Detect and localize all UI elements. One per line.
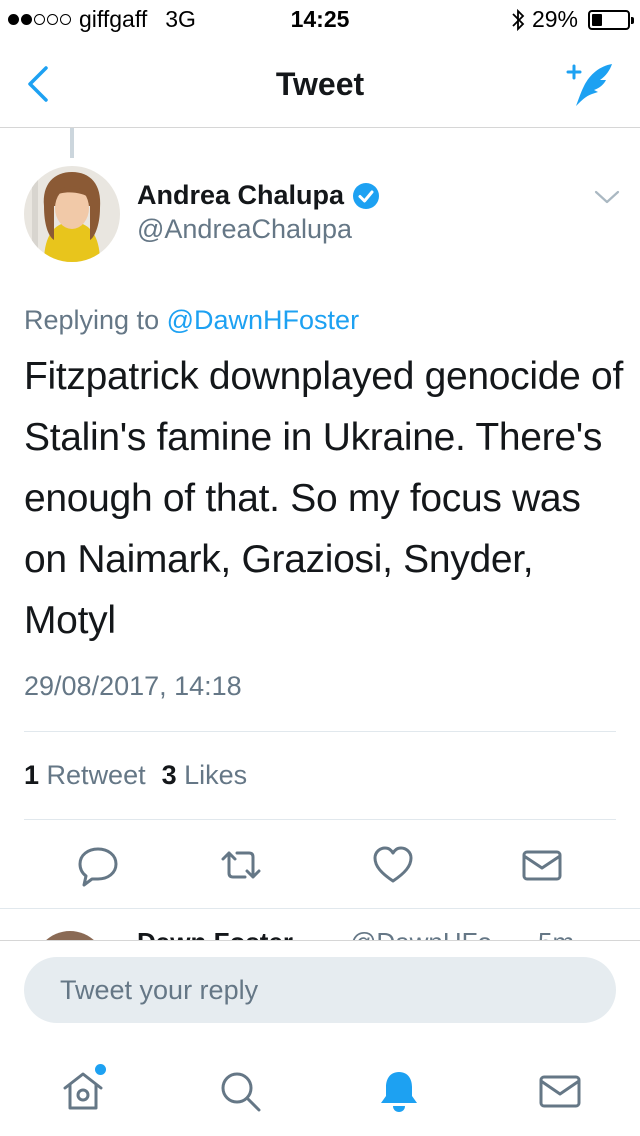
direct-message-button[interactable] [517, 840, 567, 890]
compose-tweet-icon[interactable] [562, 60, 618, 110]
author-name-text: Andrea Chalupa [137, 180, 345, 210]
replying-mention-link[interactable]: @DawnHFoster [167, 305, 359, 335]
bell-icon [381, 1072, 417, 1112]
chevron-down-icon[interactable] [594, 188, 620, 206]
reply-input[interactable] [24, 957, 616, 1023]
tab-messages[interactable] [535, 1066, 585, 1116]
battery-percent: 29% [531, 6, 578, 32]
tweet-text: Fitzpatrick downplayed genocide of Stali… [24, 355, 623, 642]
tab-bar [0, 1036, 640, 1136]
replying-to: Replying to @DawnHFoster [24, 305, 359, 336]
reply-bar [0, 940, 640, 1036]
like-button[interactable] [368, 840, 418, 890]
author-name[interactable]: Andrea Chalupa [137, 180, 380, 211]
reply-button[interactable] [73, 840, 123, 890]
tweet-timestamp: 29/08/2017, 14:18 [24, 671, 242, 701]
battery-icon [588, 9, 634, 30]
envelope-icon [539, 1075, 581, 1108]
tweet-stats: 1 Retweet 3 Likes [24, 760, 247, 791]
bluetooth-icon [512, 8, 525, 31]
retweets-stat[interactable]: 1 Retweet [24, 760, 146, 791]
next-author-handle: @DawnHFo... [350, 927, 514, 940]
tweet-actions [0, 840, 640, 890]
tab-home[interactable] [58, 1064, 108, 1116]
divider [24, 819, 616, 820]
verified-badge-icon [353, 182, 380, 209]
retweet-button[interactable] [216, 840, 266, 890]
envelope-icon [522, 850, 562, 881]
next-tweet-preview[interactable]: Dawn Foster @DawnHFo... 5m [0, 908, 640, 940]
heart-icon [373, 846, 413, 883]
search-icon [221, 1072, 261, 1112]
likes-stat[interactable]: 3 Likes [162, 760, 248, 791]
page-title: Tweet [275, 66, 365, 102]
tab-search[interactable] [215, 1066, 265, 1116]
status-right: 29% [510, 6, 634, 33]
retweet-icon [221, 851, 261, 879]
tab-notifications[interactable] [374, 1066, 424, 1116]
author-handle[interactable]: @AndreaChalupa [137, 214, 352, 245]
status-bar: giffgaff 3G 14:25 29% [0, 0, 640, 40]
new-content-indicator [95, 1064, 106, 1075]
next-author-name: Dawn Foster [137, 927, 293, 940]
avatar[interactable] [24, 166, 120, 262]
thread-connector-line [70, 128, 74, 158]
replying-prefix: Replying to [24, 305, 160, 335]
nav-bar: Tweet [0, 40, 640, 128]
reply-icon [78, 847, 118, 887]
avatar [34, 931, 106, 940]
next-tweet-time: 5m [538, 927, 574, 940]
divider [24, 731, 616, 732]
